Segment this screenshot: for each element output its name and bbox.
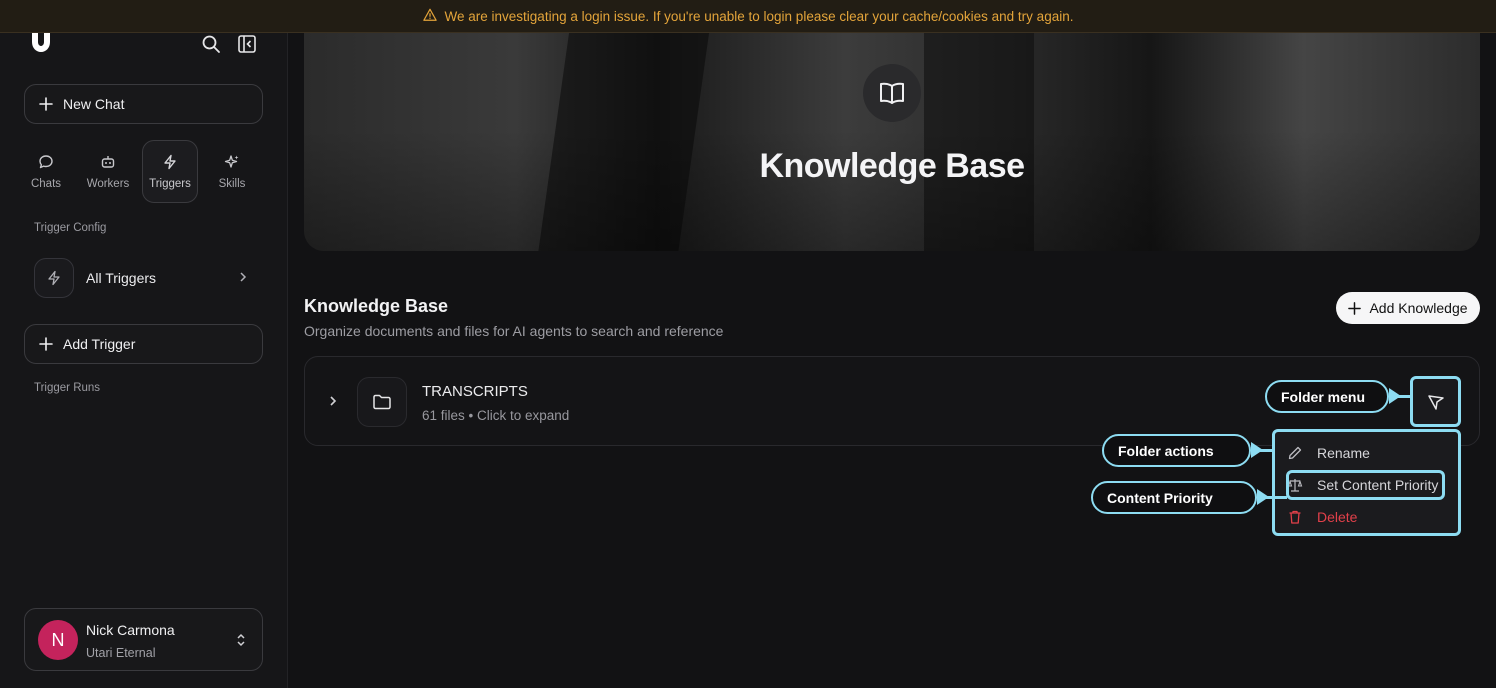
banner-text: We are investigating a login issue. If y… (444, 8, 1074, 24)
user-name: Nick Carmona (86, 622, 175, 638)
nav-tabs: Chats Workers Triggers Skills (18, 140, 260, 203)
hero-title: Knowledge Base (759, 147, 1025, 185)
tab-skills-label: Skills (218, 177, 246, 190)
warning-icon (422, 8, 437, 25)
cursor-icon (1427, 394, 1444, 410)
hero-banner: Knowledge Base (304, 10, 1480, 251)
content-priority-highlight (1286, 470, 1445, 500)
all-triggers-label: All Triggers (86, 270, 157, 286)
lightning-icon (34, 258, 74, 298)
warning-banner: We are investigating a login issue. If y… (0, 0, 1496, 33)
folder-name: TRANSCRIPTS (422, 383, 528, 400)
trigger-config-heading: Trigger Config (34, 222, 107, 234)
callout-folder-actions: Folder actions (1102, 434, 1251, 467)
lightning-icon (164, 154, 176, 169)
tab-chats-label: Chats (30, 177, 62, 190)
callout-arrow (1389, 388, 1401, 404)
callout-content-priority: Content Priority (1091, 481, 1257, 514)
callout-arrow (1257, 489, 1269, 505)
page-title: Knowledge Base (304, 296, 449, 316)
folder-icon (357, 377, 407, 427)
menu-item-label: Delete (1317, 509, 1358, 525)
sidebar: New Chat Chats Workers Triggers Skills T… (0, 33, 288, 688)
new-chat-label: New Chat (63, 96, 125, 112)
page-subtitle: Organize documents and files for AI agen… (304, 323, 724, 339)
pencil-icon (1288, 446, 1302, 460)
plus-icon (39, 337, 53, 351)
book-open-icon (863, 64, 921, 122)
callout-folder-menu: Folder menu (1265, 380, 1389, 413)
chevron-right-icon (240, 272, 247, 282)
new-chat-button[interactable]: New Chat (24, 84, 263, 124)
tab-skills[interactable]: Skills (204, 140, 260, 203)
menu-item-label: Rename (1317, 445, 1370, 461)
sidebar-collapse-icon[interactable] (236, 33, 258, 55)
chevron-right-icon[interactable] (327, 394, 339, 408)
chat-bubble-icon (39, 154, 53, 168)
tab-triggers[interactable]: Triggers (142, 140, 198, 203)
robot-icon (101, 155, 115, 168)
user-org: Utari Eternal (86, 646, 156, 660)
add-knowledge-button[interactable]: Add Knowledge (1336, 292, 1480, 324)
sparkles-icon (224, 154, 239, 168)
chevron-up-down-icon (237, 633, 245, 647)
trash-icon (1289, 510, 1301, 524)
folder-menu-button[interactable] (1410, 376, 1461, 427)
add-trigger-label: Add Trigger (63, 336, 136, 352)
user-menu[interactable]: N Nick Carmona Utari Eternal (24, 608, 263, 671)
tab-chats[interactable]: Chats (18, 140, 74, 203)
trigger-runs-heading: Trigger Runs (34, 382, 101, 394)
add-trigger-button[interactable]: Add Trigger (24, 324, 263, 364)
avatar: N (38, 620, 78, 660)
add-knowledge-label: Add Knowledge (1369, 300, 1468, 316)
tab-triggers-label: Triggers (149, 177, 191, 190)
callout-arrow (1251, 442, 1263, 458)
search-icon[interactable] (200, 33, 222, 55)
logo-icon[interactable] (30, 33, 52, 55)
plus-icon (39, 97, 53, 111)
tab-workers[interactable]: Workers (80, 140, 136, 203)
menu-item-rename[interactable]: Rename (1287, 441, 1370, 465)
tab-workers-label: Workers (86, 177, 130, 190)
menu-item-delete[interactable]: Delete (1287, 505, 1357, 529)
all-triggers-item[interactable]: All Triggers (34, 258, 254, 298)
plus-icon (1348, 301, 1362, 315)
folder-meta: 61 files • Click to expand (422, 408, 570, 423)
